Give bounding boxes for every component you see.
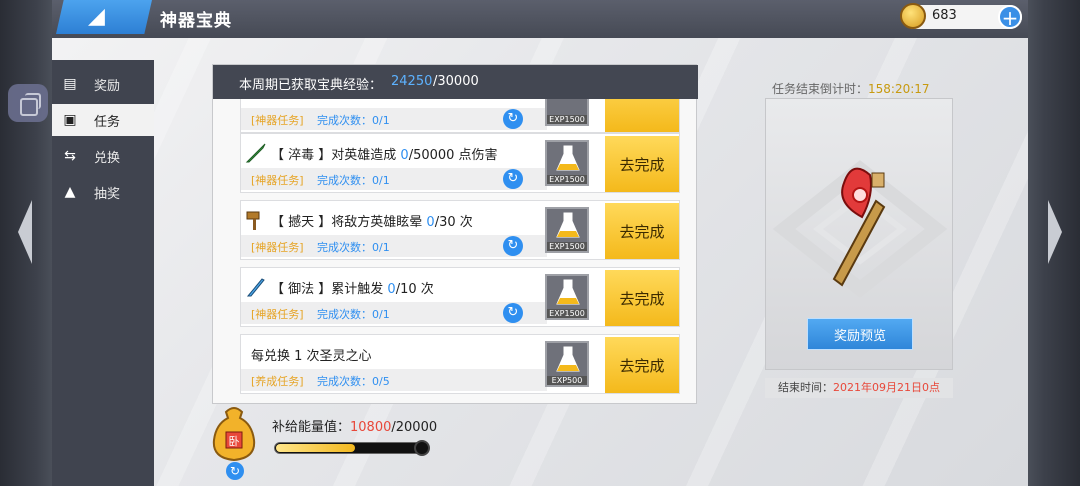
sidebar-item-label: 奖励 [94,78,121,94]
flask-icon [556,279,580,305]
countdown: 任务结束倒计时：158:20:17 [772,82,930,96]
svg-text:卧: 卧 [229,435,240,448]
exp-reward: EXP500 [545,341,589,387]
floating-window-icon[interactable] [8,84,48,122]
task-sub-row: [神器任务] 完成次数：0/1 ↻ [241,108,547,130]
task-tag: [养成任务] [251,375,304,388]
task-count: 完成次数：0/5 [317,375,390,388]
hammer-icon [246,211,260,230]
coin-icon [900,3,926,29]
blade-icon [246,278,265,297]
device-bezel-right [1028,0,1080,486]
right-arrow-icon[interactable] [1048,200,1062,264]
sidebar-item-label: 任务 [94,114,121,130]
dagger-icon [245,143,266,163]
exp-reward-label: EXP1500 [547,115,587,124]
task-sub-row: [神器任务] 完成次数：0/1 ↻ [241,168,547,190]
go-complete-button[interactable]: 去完成 [605,136,679,192]
task-title: 每兑换 1 次圣灵之心 [251,349,372,364]
task-row: [神器任务] 完成次数：0/1 ↻ EXP1500 [240,99,680,133]
task-row: 【 淬毒 】对英雄造成 0/50000 点伤害 [神器任务] 完成次数：0/1 … [240,133,680,193]
energy-progress-fill [276,444,355,452]
top-bar: ◢ 神器宝典 683 + [52,0,1028,38]
task-count: 完成次数：0/1 [317,308,390,321]
task-title: 【 撼天 】将敌方英雄眩晕 0/30 次 [271,215,473,230]
task-row: 每兑换 1 次圣灵之心 [养成任务] 完成次数：0/5 EXP500 去完成 [240,334,680,394]
task-tag: [神器任务] [251,174,304,187]
task-tag: [神器任务] [251,241,304,254]
task-row: 【 御法 】累计触发 0/10 次 [神器任务] 完成次数：0/1 ↻ EXP1… [240,267,680,327]
exp-total: /30000 [433,74,479,89]
sidebar-item-lottery[interactable]: ▲ 抽奖 [52,176,154,208]
exp-reward: EXP1500 [545,140,589,186]
reward-preview-button[interactable]: 奖励预览 [807,318,913,350]
task-count: 完成次数：0/1 [317,241,390,254]
flask-icon [556,145,580,171]
task-sub-row: [养成任务] 完成次数：0/5 [241,369,547,391]
device-bezel-left [0,0,52,486]
energy-progress-bar [274,442,424,454]
refresh-icon[interactable]: ↻ [503,109,523,129]
left-arrow-icon[interactable] [18,200,32,264]
exp-reward-label: EXP500 [547,376,587,385]
currency-amount: 683 [932,8,957,23]
refresh-icon[interactable]: ↻ [503,303,523,323]
lottery-icon: ▲ [64,184,76,200]
task-title: 【 御法 】累计触发 0/10 次 [271,282,434,297]
exp-reward: EXP1500 [545,99,589,126]
flask-icon [556,212,580,238]
energy-bag-icon[interactable]: 卧 [206,404,262,462]
sidebar-item-task[interactable]: ▣ 任务 [52,104,154,136]
go-complete-button[interactable]: 去完成 [605,203,679,259]
sidebar-item-exchange[interactable]: ⇆ 兑换 [52,140,154,172]
refresh-icon[interactable]: ↻ [226,462,244,480]
sidebar-item-label: 抽奖 [94,186,121,202]
task-sub-row: [神器任务] 完成次数：0/1 ↻ [241,302,547,324]
sidebar: ▤ 奖励 ▣ 任务 ⇆ 兑换 ▲ 抽奖 [52,60,154,486]
exp-reward-label: EXP1500 [547,309,587,318]
reward-icon: ▤ [63,76,77,92]
energy-label: 补给能量值：10800/20000 [272,420,438,435]
go-complete-button[interactable] [605,99,679,132]
exchange-icon: ⇆ [64,148,76,164]
task-sub-row: [神器任务] 完成次数：0/1 ↻ [241,235,547,257]
exp-reward: EXP1500 [545,207,589,253]
exp-reward-label: EXP1500 [547,242,587,251]
task-tag: [神器任务] [251,114,304,127]
exp-current: 24250 [391,74,433,89]
task-title: 【 淬毒 】对英雄造成 0/50000 点伤害 [271,148,498,163]
exp-label: 本周期已获取宝典经验： [239,78,383,93]
exp-reward-label: EXP1500 [547,175,587,184]
exp-header: 本周期已获取宝典经验： 24250 /30000 [213,65,698,99]
go-complete-button[interactable]: 去完成 [605,270,679,326]
flask-icon [556,346,580,372]
refresh-icon[interactable]: ↻ [503,236,523,256]
sidebar-item-reward[interactable]: ▤ 奖励 [52,68,154,100]
sidebar-item-label: 兑换 [94,150,121,166]
task-icon: ▣ [63,112,77,128]
end-time: 结束时间：2021年09月21日0点 [765,378,953,398]
back-button[interactable]: ◢ [56,0,152,34]
task-tag: [神器任务] [251,308,304,321]
page-title: 神器宝典 [160,11,232,31]
game-screen: ◢ 神器宝典 683 + ▤ 奖励 ▣ 任务 ⇆ 兑换 ▲ 抽奖 本周期已获取宝… [52,0,1028,486]
task-count: 完成次数：0/1 [317,174,390,187]
energy-bar-end-knob [414,440,430,456]
go-complete-button[interactable]: 去完成 [605,337,679,393]
task-row: 【 撼天 】将敌方英雄眩晕 0/30 次 [神器任务] 完成次数：0/1 ↻ E… [240,200,680,260]
refresh-icon[interactable]: ↻ [503,169,523,189]
exp-reward: EXP1500 [545,274,589,320]
back-icon: ◢ [88,4,105,29]
task-count: 完成次数：0/1 [317,114,390,127]
task-list[interactable]: [神器任务] 完成次数：0/1 ↻ EXP1500 【 淬毒 】对英雄造成 0/… [240,99,680,399]
add-currency-button[interactable]: + [998,5,1022,29]
task-panel: 本周期已获取宝典经验： 24250 /30000 [神器任务] 完成次数：0/1… [212,64,698,404]
